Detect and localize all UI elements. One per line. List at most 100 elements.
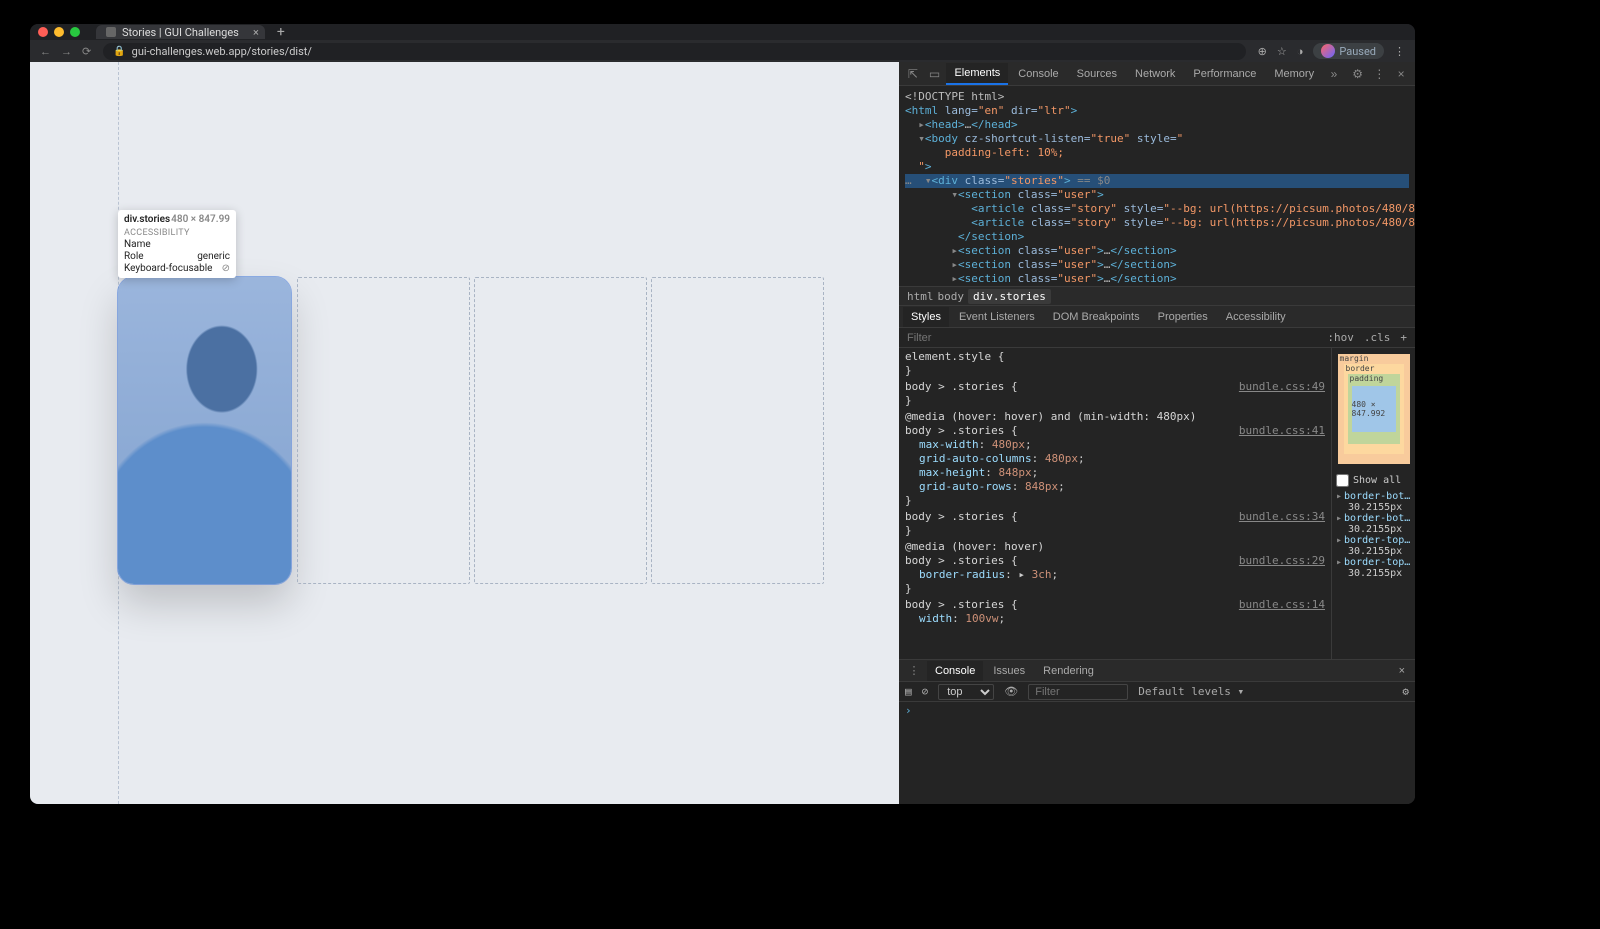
rule-link[interactable]: bundle.css:29 — [1239, 554, 1325, 568]
console-drawer: ⋮ Console Issues Rendering × ▤ ⊘ top 👁 D… — [899, 659, 1415, 804]
back-button[interactable]: ← — [40, 45, 51, 58]
avatar-icon — [1321, 44, 1335, 58]
tooltip-dimensions: 480 × 847.99 — [171, 214, 230, 225]
content-split: div.stories 480 × 847.99 ACCESSIBILITY N… — [30, 62, 1415, 804]
new-rule-button[interactable]: + — [1400, 331, 1407, 344]
devtools-tabs: ⇱ ▭ Elements Console Sources Network Per… — [899, 62, 1415, 86]
computed-sidepane: margin- border padding 480 × 847.992 Sho… — [1331, 348, 1415, 659]
tooltip-selector: div.stories — [124, 214, 170, 225]
show-all-checkbox[interactable]: Show all — [1336, 474, 1411, 487]
show-all-input[interactable] — [1336, 474, 1349, 487]
console-sidebar-icon[interactable]: ▤ — [905, 685, 912, 698]
dom-line: ▸<section class="user">…</section> — [905, 272, 1409, 286]
console-prompt[interactable] — [905, 704, 1409, 717]
tab-sources[interactable]: Sources — [1069, 64, 1125, 84]
drawer-menu-icon[interactable]: ⋮ — [903, 664, 925, 677]
subtab-styles[interactable]: Styles — [903, 307, 949, 327]
minimize-window-icon[interactable] — [54, 27, 64, 37]
inspect-tooltip: div.stories 480 × 847.99 ACCESSIBILITY N… — [118, 210, 236, 278]
crumb-stories[interactable]: div.stories — [968, 289, 1051, 304]
console-body[interactable] — [899, 702, 1415, 804]
search-icon[interactable]: ⊕ — [1258, 45, 1267, 58]
dom-line: <!DOCTYPE html> — [905, 90, 1409, 104]
dom-line: <html lang="en" dir="ltr"> — [905, 104, 1409, 118]
forward-button[interactable]: → — [61, 45, 72, 58]
crumb-html[interactable]: html — [907, 290, 934, 303]
reload-button[interactable]: ⟳ — [82, 45, 91, 58]
rendered-page[interactable]: div.stories 480 × 847.99 ACCESSIBILITY N… — [30, 62, 899, 804]
shield-icon[interactable]: ◑ — [1297, 45, 1304, 58]
close-devtools-icon[interactable]: × — [1391, 67, 1411, 81]
devtools-panel: ⇱ ▭ Elements Console Sources Network Per… — [899, 62, 1415, 804]
kebab-menu-icon[interactable]: ⋮ — [1394, 45, 1405, 58]
rule-selector: element.style { — [905, 350, 1004, 363]
tab-console[interactable]: Console — [1010, 64, 1066, 84]
drawer-tab-rendering[interactable]: Rendering — [1035, 661, 1102, 681]
dom-tree[interactable]: <!DOCTYPE html> <html lang="en" dir="ltr… — [899, 86, 1415, 286]
subtab-properties[interactable]: Properties — [1150, 307, 1216, 327]
tooltip-section: ACCESSIBILITY — [124, 228, 230, 238]
console-settings-icon[interactable]: ⚙ — [1402, 685, 1409, 698]
cls-toggle[interactable]: .cls — [1364, 331, 1391, 344]
dom-line: "> — [905, 160, 1409, 174]
dom-line: ▾<section class="user"> — [905, 188, 1409, 202]
favicon-icon — [106, 27, 116, 37]
dom-line: <article class="story" style="--bg: url(… — [905, 202, 1409, 216]
tooltip-name-label: Name — [124, 239, 151, 250]
computed-list[interactable]: Show all ▸border-bot… 30.2155px ▸border-… — [1332, 470, 1415, 659]
tooltip-kbd-value: ⊘ — [222, 263, 230, 274]
clear-console-icon[interactable]: ⊘ — [922, 685, 929, 698]
log-levels[interactable]: Default levels ▾ — [1138, 685, 1244, 698]
kebab-icon[interactable]: ⋮ — [1370, 67, 1390, 81]
tab-memory[interactable]: Memory — [1266, 64, 1322, 84]
dom-breadcrumbs: html body div.stories — [899, 286, 1415, 306]
style-rules[interactable]: element.style { } bundle.css:49 body > .… — [899, 348, 1331, 659]
drawer-tab-issues[interactable]: Issues — [985, 661, 1033, 681]
context-selector[interactable]: top — [938, 684, 994, 700]
subtab-dom-breakpoints[interactable]: DOM Breakpoints — [1045, 307, 1148, 327]
inspect-element-icon[interactable]: ⇱ — [903, 67, 923, 81]
rule-link[interactable]: bundle.css:34 — [1239, 510, 1325, 524]
lock-icon: 🔒 — [113, 46, 125, 57]
settings-icon[interactable]: ⚙ — [1348, 67, 1368, 81]
close-window-icon[interactable] — [38, 27, 48, 37]
story-placeholder — [297, 277, 470, 584]
dom-line: ▸<section class="user">…</section> — [905, 244, 1409, 258]
browser-window: Stories | GUI Challenges × + ← → ⟳ 🔒 gui… — [30, 24, 1415, 804]
subtab-accessibility[interactable]: Accessibility — [1218, 307, 1294, 327]
tooltip-role-label: Role — [124, 251, 144, 262]
rule-link[interactable]: bundle.css:14 — [1239, 598, 1325, 612]
zoom-window-icon[interactable] — [70, 27, 80, 37]
bookmark-icon[interactable]: ☆ — [1277, 45, 1287, 58]
window-controls — [38, 27, 80, 37]
device-toggle-icon[interactable]: ▭ — [925, 67, 945, 81]
hov-toggle[interactable]: :hov — [1327, 331, 1354, 344]
crumb-body[interactable]: body — [938, 290, 965, 303]
browser-tab[interactable]: Stories | GUI Challenges × — [96, 25, 265, 39]
tab-performance[interactable]: Performance — [1185, 64, 1264, 84]
address-bar[interactable]: 🔒 gui-challenges.web.app/stories/dist/ — [103, 43, 1245, 60]
styles-filter-bar: :hov .cls + — [899, 328, 1415, 348]
profile-chip[interactable]: Paused — [1313, 43, 1384, 59]
tooltip-role-value: generic — [197, 251, 230, 262]
new-tab-button[interactable]: + — [271, 24, 291, 40]
more-tabs-icon[interactable]: » — [1324, 67, 1344, 81]
live-expression-icon[interactable]: 👁 — [1004, 685, 1018, 698]
toolbar: ← → ⟳ 🔒 gui-challenges.web.app/stories/d… — [30, 40, 1415, 62]
dom-line: ▸<head>…</head> — [905, 118, 1409, 132]
box-model[interactable]: margin- border padding 480 × 847.992 — [1332, 348, 1415, 470]
close-drawer-icon[interactable]: × — [1393, 665, 1411, 677]
drawer-tab-console[interactable]: Console — [927, 661, 983, 681]
close-tab-icon[interactable]: × — [253, 26, 259, 39]
rule-link[interactable]: bundle.css:49 — [1239, 380, 1325, 394]
rule-link[interactable]: bundle.css:41 — [1239, 424, 1325, 438]
console-filter-input[interactable] — [1028, 684, 1128, 700]
subtab-event-listeners[interactable]: Event Listeners — [951, 307, 1043, 327]
tab-network[interactable]: Network — [1127, 64, 1183, 84]
tab-elements[interactable]: Elements — [946, 63, 1008, 85]
dom-line-selected[interactable]: … ▾<div class="stories"> == $0 — [905, 174, 1409, 188]
inspect-highlight — [118, 277, 291, 584]
drawer-tabs: ⋮ Console Issues Rendering × — [899, 660, 1415, 682]
styles-filter-input[interactable] — [907, 332, 1317, 344]
tab-strip: Stories | GUI Challenges × + — [30, 24, 1415, 40]
